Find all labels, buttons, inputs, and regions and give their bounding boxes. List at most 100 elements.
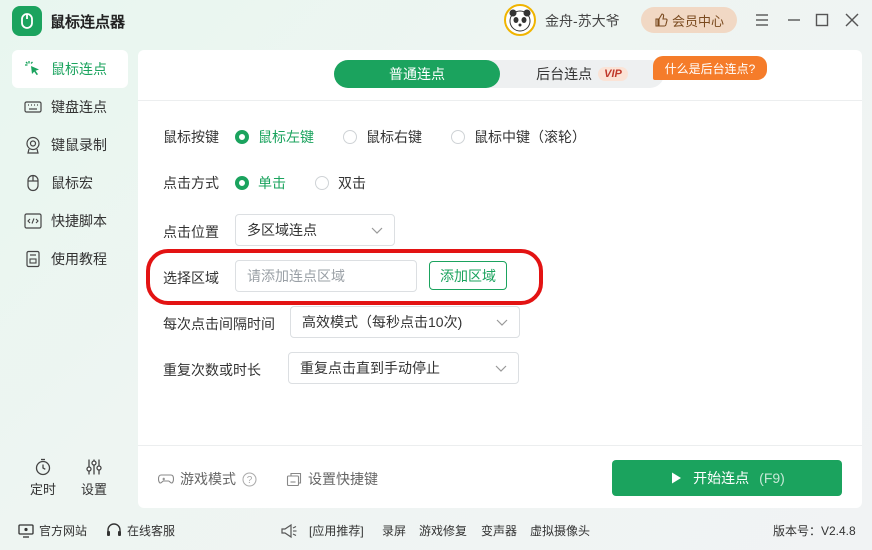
radio-single-click[interactable]: 单击 xyxy=(235,173,286,193)
sidebar-item-tutorial[interactable]: 使用教程 xyxy=(12,240,128,278)
sidebar-item-label: 使用教程 xyxy=(51,251,107,267)
sidebar-item-record[interactable]: 键鼠录制 xyxy=(12,126,128,164)
select-value: 重复点击直到手动停止 xyxy=(300,360,440,376)
official-website-link[interactable]: 官方网站 xyxy=(18,522,87,539)
sliders-icon xyxy=(86,459,102,475)
radio-label: 双击 xyxy=(338,175,366,191)
repeat-select[interactable]: 重复点击直到手动停止 xyxy=(288,352,519,384)
tab-normal-click[interactable]: 普通连点 xyxy=(334,60,500,88)
start-hotkey: (F9) xyxy=(759,470,785,486)
vip-badge: VIP xyxy=(598,67,628,81)
website-label: 官方网站 xyxy=(39,524,88,538)
gamepad-icon xyxy=(158,474,174,484)
tab-background-click[interactable]: 后台连点 VIP xyxy=(500,60,664,88)
game-mode-toggle[interactable]: 游戏模式 ? xyxy=(158,469,257,489)
select-area-label: 选择区域 xyxy=(163,270,219,286)
link-screen-record[interactable]: 录屏 xyxy=(382,522,406,539)
set-hotkey-label: 设置快捷键 xyxy=(308,471,378,487)
play-icon xyxy=(672,472,682,484)
app-logo xyxy=(12,6,42,36)
tab-background-label: 后台连点 xyxy=(536,66,593,82)
radio-label: 鼠标右键 xyxy=(366,129,422,145)
set-hotkey-button[interactable]: 设置快捷键 xyxy=(286,469,378,489)
webcam-icon xyxy=(24,136,42,154)
vip-center-label: 会员中心 xyxy=(671,13,724,29)
start-click-button[interactable]: 开始连点 (F9) xyxy=(612,460,842,496)
code-icon xyxy=(24,212,42,230)
megaphone-icon xyxy=(281,523,297,538)
radio-middle-button[interactable]: 鼠标中键（滚轮） xyxy=(451,127,586,147)
header-divider xyxy=(138,100,862,101)
click-position-select[interactable]: 多区域连点 xyxy=(235,214,395,246)
sidebar-item-label: 键盘连点 xyxy=(51,99,107,115)
select-value: 高效模式（每秒点击10次) xyxy=(302,314,463,330)
panda-avatar-icon xyxy=(509,9,531,32)
headset-icon xyxy=(107,523,121,536)
sidebar-item-label: 鼠标连点 xyxy=(51,61,107,77)
online-support-link[interactable]: 在线客服 xyxy=(106,522,175,539)
thumbs-up-icon xyxy=(655,13,668,27)
sidebar-item-label: 键鼠录制 xyxy=(51,137,107,153)
menu-button[interactable] xyxy=(752,10,772,30)
book-icon xyxy=(24,250,42,268)
maximize-button[interactable] xyxy=(812,10,832,30)
monitor-icon xyxy=(18,523,34,538)
area-input[interactable] xyxy=(235,260,417,292)
radio-dot xyxy=(451,130,465,144)
footer-divider xyxy=(138,445,862,446)
radio-dot xyxy=(343,130,357,144)
keyboard-icon xyxy=(24,98,42,116)
status-bar: 官方网站 在线客服 [应用推荐] 录屏 游戏修复 变声器 虚拟摄像头 版本号：V… xyxy=(0,516,872,544)
svg-text:?: ? xyxy=(247,475,253,486)
version-text: 版本号：V2.4.8 xyxy=(773,524,856,538)
main-panel: 普通连点 后台连点 VIP 什么是后台连点? 鼠标按键 鼠标左键 鼠标右键 鼠标… xyxy=(138,50,862,508)
sidebar-item-script[interactable]: 快捷脚本 xyxy=(12,202,128,240)
user-avatar[interactable] xyxy=(504,4,536,36)
add-area-button[interactable]: 添加区域 xyxy=(429,261,507,290)
link-virtual-camera[interactable]: 虚拟摄像头 xyxy=(530,522,590,539)
close-button[interactable] xyxy=(842,10,862,30)
what-is-background-button[interactable]: 什么是后台连点? xyxy=(653,56,767,80)
sidebar-item-macro[interactable]: 鼠标宏 xyxy=(12,164,128,202)
vip-center-button[interactable]: 会员中心 xyxy=(641,7,737,33)
link-voice-changer[interactable]: 变声器 xyxy=(481,522,517,539)
settings-label: 设置 xyxy=(81,482,108,497)
radio-dot xyxy=(235,176,249,190)
interval-select[interactable]: 高效模式（每秒点击10次) xyxy=(290,306,520,338)
mouse-icon xyxy=(24,174,42,192)
radio-right-button[interactable]: 鼠标右键 xyxy=(343,127,422,147)
sidebar: 鼠标连点 键盘连点 键鼠录制 鼠标宏 快捷脚本 使用教程 定时 设置 xyxy=(0,48,136,508)
recommend-apps[interactable]: [应用推荐] xyxy=(280,522,364,539)
support-label: 在线客服 xyxy=(127,524,176,538)
click-mode-label: 点击方式 xyxy=(163,175,219,191)
hotkey-icon xyxy=(286,472,302,487)
radio-left-button[interactable]: 鼠标左键 xyxy=(235,127,314,147)
click-position-label: 点击位置 xyxy=(163,224,219,240)
radio-dot xyxy=(235,130,249,144)
mouse-button-label: 鼠标按键 xyxy=(163,129,219,145)
radio-label: 鼠标中键（滚轮） xyxy=(474,129,586,145)
sidebar-item-keyboard-click[interactable]: 键盘连点 xyxy=(12,88,128,126)
select-value: 多区域连点 xyxy=(247,222,317,238)
radio-label: 单击 xyxy=(258,175,286,191)
menu-icon xyxy=(756,14,768,26)
settings-button[interactable]: 设置 xyxy=(81,458,107,498)
help-circle-icon[interactable]: ? xyxy=(242,472,257,487)
start-label: 开始连点 xyxy=(693,470,750,486)
sidebar-item-mouse-click[interactable]: 鼠标连点 xyxy=(12,50,128,88)
chevron-down-icon xyxy=(496,319,508,326)
game-mode-label: 游戏模式 xyxy=(180,471,236,487)
timer-button[interactable]: 定时 xyxy=(30,458,56,498)
interval-label: 每次点击间隔时间 xyxy=(163,316,275,332)
radio-double-click[interactable]: 双击 xyxy=(315,173,366,193)
radio-label: 鼠标左键 xyxy=(258,129,314,145)
link-game-repair[interactable]: 游戏修复 xyxy=(419,522,467,539)
username[interactable]: 金舟-苏大爷 xyxy=(545,11,620,31)
minimize-icon xyxy=(788,19,800,21)
maximize-icon xyxy=(815,13,829,27)
repeat-label: 重复次数或时长 xyxy=(163,362,261,378)
recommend-label: [应用推荐] xyxy=(309,524,364,538)
chevron-down-icon xyxy=(371,227,383,234)
minimize-button[interactable] xyxy=(784,10,804,30)
timer-label: 定时 xyxy=(30,482,57,497)
